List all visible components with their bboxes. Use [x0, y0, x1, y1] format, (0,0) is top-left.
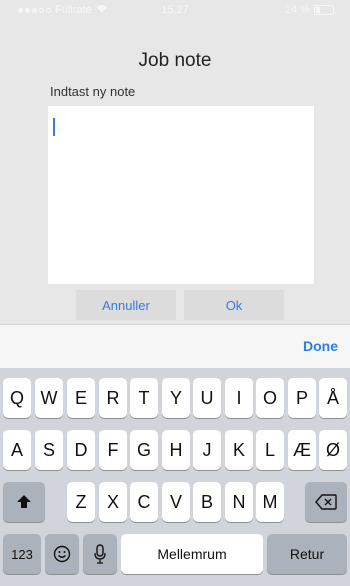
- keyboard: Q W E R T Y U I O P Å A S D F G H J K L …: [0, 368, 350, 586]
- key-aa[interactable]: Å: [319, 378, 347, 418]
- key-h[interactable]: H: [162, 430, 190, 470]
- key-t[interactable]: T: [130, 378, 158, 418]
- backspace-key[interactable]: [305, 482, 347, 522]
- done-button[interactable]: Done: [303, 338, 338, 354]
- key-l[interactable]: L: [256, 430, 284, 470]
- key-y[interactable]: Y: [162, 378, 190, 418]
- note-textarea[interactable]: [48, 106, 314, 284]
- key-ae[interactable]: Æ: [288, 430, 316, 470]
- key-c[interactable]: C: [130, 482, 158, 522]
- dialog-prompt: Indtast ny note: [50, 84, 136, 99]
- keyboard-row-3: Z X C V B N M: [0, 482, 350, 522]
- key-i[interactable]: I: [225, 378, 253, 418]
- emoji-icon: [53, 545, 71, 563]
- key-f[interactable]: F: [99, 430, 127, 470]
- key-o[interactable]: O: [256, 378, 284, 418]
- status-right: 24 %: [285, 4, 334, 16]
- battery-percent: 24 %: [284, 4, 310, 16]
- key-n[interactable]: N: [225, 482, 253, 522]
- key-q[interactable]: Q: [3, 378, 31, 418]
- keyboard-row-1: Q W E R T Y U I O P Å: [0, 378, 350, 418]
- key-r[interactable]: R: [99, 378, 127, 418]
- key-g[interactable]: G: [130, 430, 158, 470]
- microphone-icon: [94, 544, 106, 564]
- key-e[interactable]: E: [67, 378, 95, 418]
- keyboard-accessory-bar: Done: [0, 324, 350, 369]
- battery-icon: [314, 5, 334, 15]
- key-s[interactable]: S: [35, 430, 63, 470]
- key-p[interactable]: P: [288, 378, 316, 418]
- space-key[interactable]: Mellemrum: [121, 534, 263, 574]
- key-v[interactable]: V: [162, 482, 190, 522]
- key-oe[interactable]: Ø: [319, 430, 347, 470]
- return-key[interactable]: Retur: [267, 534, 347, 574]
- dialog-title: Job note: [138, 50, 212, 71]
- emoji-key[interactable]: [45, 534, 79, 574]
- key-z[interactable]: Z: [67, 482, 95, 522]
- shift-key[interactable]: [3, 482, 45, 522]
- cancel-button[interactable]: Annuller: [76, 290, 176, 320]
- key-a[interactable]: A: [3, 430, 31, 470]
- key-x[interactable]: X: [99, 482, 127, 522]
- backspace-icon: [315, 494, 337, 510]
- keyboard-row-4: 123 Mellemrum Retur: [0, 534, 350, 574]
- ok-button[interactable]: Ok: [184, 290, 284, 320]
- key-b[interactable]: B: [193, 482, 221, 522]
- text-cursor: [53, 118, 55, 136]
- microphone-key[interactable]: [83, 534, 117, 574]
- shift-icon: [17, 495, 31, 508]
- key-k[interactable]: K: [225, 430, 253, 470]
- key-w[interactable]: W: [35, 378, 63, 418]
- key-j[interactable]: J: [193, 430, 221, 470]
- key-d[interactable]: D: [67, 430, 95, 470]
- keyboard-row-2: A S D F G H J K L Æ Ø: [0, 430, 350, 470]
- key-u[interactable]: U: [193, 378, 221, 418]
- status-bar: Fullrate 15.27 24 %: [0, 0, 350, 20]
- numbers-key[interactable]: 123: [3, 534, 41, 574]
- key-m[interactable]: M: [256, 482, 284, 522]
